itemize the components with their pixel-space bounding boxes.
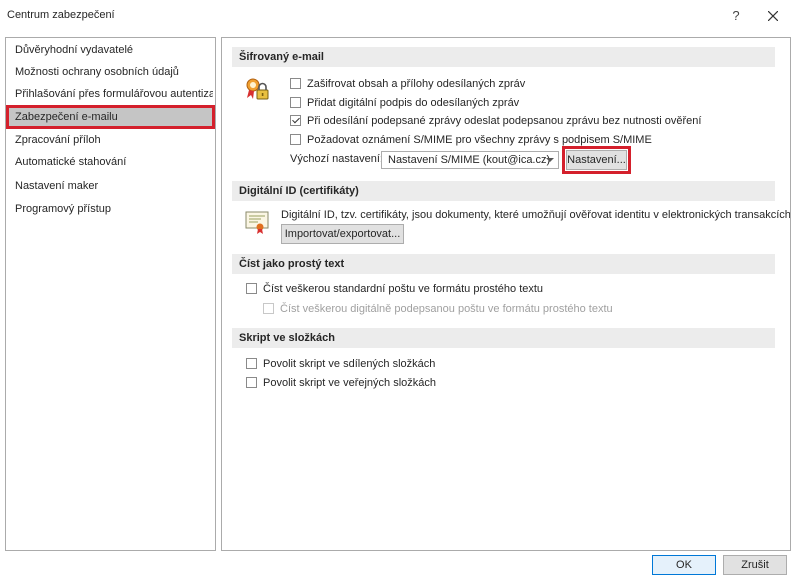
add-signature-label: Přidat digitální podpis do odesílaných z… — [307, 97, 520, 109]
category-sidebar: Důvěryhodní vydavatelé Možnosti ochrany … — [5, 37, 216, 551]
section-header-plain-text: Číst jako prostý text — [232, 254, 775, 274]
close-icon — [767, 10, 779, 22]
script-public-folders-checkbox[interactable] — [246, 377, 257, 388]
read-plain-text-checkbox[interactable] — [246, 283, 257, 294]
sidebar-item-privacy-options[interactable]: Možnosti ochrany osobních údajů — [8, 62, 213, 82]
script-shared-folders-checkbox[interactable] — [246, 358, 257, 369]
digital-id-description: Digitální ID, tzv. certifikáty, jsou dok… — [281, 209, 791, 221]
help-button[interactable]: ? — [726, 6, 746, 26]
encrypt-contents-checkbox[interactable] — [290, 78, 301, 89]
certificate-icon — [245, 211, 269, 234]
script-shared-folders-label: Povolit skript ve sdílených složkách — [263, 358, 436, 370]
close-button[interactable] — [762, 6, 784, 26]
certificate-lock-icon — [246, 78, 269, 100]
sidebar-item-macro-settings[interactable]: Nastavení maker — [8, 176, 213, 196]
title-bar: Centrum zabezpečení ? — [0, 0, 796, 32]
ok-button[interactable]: OK — [652, 555, 716, 575]
add-signature-checkbox[interactable] — [290, 97, 301, 108]
window-title: Centrum zabezpečení — [7, 9, 115, 21]
import-export-button[interactable]: Importovat/exportovat... — [281, 224, 404, 244]
section-header-encrypted-email: Šifrovaný e-mail — [232, 47, 775, 67]
request-smime-receipt-label: Požadovat oznámení S/MIME pro všechny zp… — [307, 134, 652, 146]
default-setting-label: Výchozí nastavení: — [290, 153, 383, 165]
sidebar-item-email-security[interactable]: Zabezpečení e-mailu — [6, 105, 215, 129]
default-setting-value: Nastavení S/MIME (kout@ica.cz) — [388, 154, 551, 166]
sidebar-item-trusted-publishers[interactable]: Důvěryhodní vydavatelé — [8, 40, 213, 60]
default-setting-dropdown[interactable]: Nastavení S/MIME (kout@ica.cz) — [381, 151, 559, 169]
sidebar-item-programmatic-access[interactable]: Programový přístup — [8, 199, 213, 219]
sidebar-item-attachment-handling[interactable]: Zpracování příloh — [8, 130, 213, 150]
sidebar-item-form-authentication[interactable]: Přihlašování přes formulářovou autentiza… — [8, 84, 213, 104]
smime-settings-button[interactable]: Nastavení... — [562, 146, 631, 174]
request-smime-receipt-checkbox[interactable] — [290, 134, 301, 145]
read-plain-text-label: Číst veškerou standardní poštu ve formát… — [263, 283, 544, 295]
sidebar-item-automatic-download[interactable]: Automatické stahování — [8, 152, 213, 172]
script-public-folders-label: Povolit skript ve veřejných složkách — [263, 377, 437, 389]
send-clear-text-label: Při odesílání podepsané zprávy odeslat p… — [307, 115, 702, 127]
cancel-button[interactable]: Zrušit — [723, 555, 787, 575]
read-signed-plain-text-checkbox — [263, 303, 274, 314]
encrypt-contents-label: Zašifrovat obsah a přílohy odesílaných z… — [307, 78, 526, 90]
settings-panel: Šifrovaný e-mail Zašifrovat obsah a příl… — [221, 37, 791, 551]
send-clear-text-checkbox[interactable] — [290, 115, 301, 126]
section-header-script-folders: Skript ve složkách — [232, 328, 775, 348]
chevron-down-icon — [546, 158, 554, 162]
section-header-digital-id: Digitální ID (certifikáty) — [232, 181, 775, 201]
read-signed-plain-text-label: Číst veškerou digitálně podepsanou poštu… — [280, 303, 613, 315]
